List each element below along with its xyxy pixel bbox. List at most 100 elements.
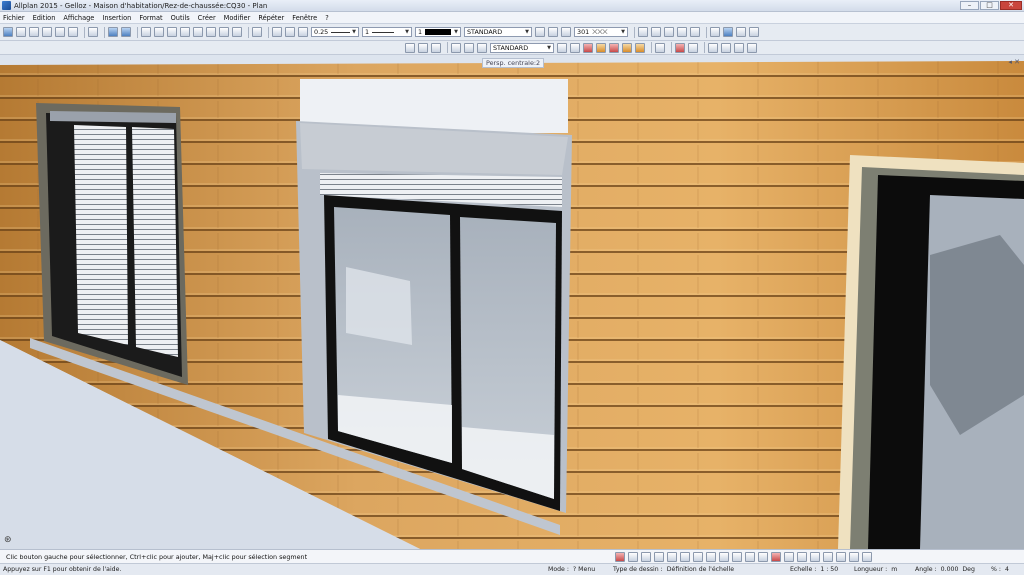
stretch-icon[interactable] bbox=[232, 27, 242, 37]
window-cascade-icon[interactable] bbox=[734, 42, 744, 53]
wall-filter-icon[interactable] bbox=[654, 551, 664, 562]
line-type-select[interactable]: 1 ▼ bbox=[362, 27, 412, 37]
new-file-icon[interactable] bbox=[3, 27, 13, 37]
funnel-icon[interactable] bbox=[749, 27, 759, 37]
window-filter-icon[interactable] bbox=[680, 551, 690, 562]
element-filter-icon[interactable] bbox=[641, 551, 651, 562]
polyline-tool-icon[interactable] bbox=[836, 551, 846, 562]
circle-tool-icon[interactable] bbox=[823, 551, 833, 562]
hash-icon[interactable] bbox=[451, 42, 461, 53]
close-button[interactable]: ✕ bbox=[1000, 1, 1022, 10]
menu-creer[interactable]: Créer bbox=[198, 14, 216, 22]
opening-filter-icon[interactable] bbox=[667, 551, 677, 562]
menu-fichier[interactable]: Fichier bbox=[3, 14, 25, 22]
pen-icon[interactable] bbox=[285, 27, 295, 37]
menu-outils[interactable]: Outils bbox=[171, 14, 190, 22]
cut-icon[interactable] bbox=[180, 27, 190, 37]
hatch-select[interactable]: 301 ⨉⨉⨉ ▼ bbox=[574, 27, 628, 37]
pen-filter-icon[interactable] bbox=[615, 551, 625, 562]
filter-icon[interactable] bbox=[690, 27, 700, 37]
measure-tool-icon[interactable] bbox=[862, 551, 872, 562]
undo-icon[interactable] bbox=[108, 27, 118, 37]
layer-select[interactable]: STANDARD ▼ bbox=[464, 27, 532, 37]
pattern-icon[interactable] bbox=[583, 42, 593, 53]
fill-icon[interactable] bbox=[570, 42, 580, 53]
open-icon[interactable] bbox=[29, 27, 39, 37]
layer-select-2[interactable]: STANDARD ▼ bbox=[490, 42, 554, 53]
group-filter-icon[interactable] bbox=[784, 551, 794, 562]
zoom-icon[interactable] bbox=[252, 27, 262, 37]
perspective-view-icon[interactable] bbox=[723, 27, 733, 37]
layer-lock-icon[interactable] bbox=[561, 27, 571, 37]
style-area-icon[interactable] bbox=[596, 42, 606, 53]
ortho-icon[interactable] bbox=[431, 42, 441, 53]
drawing-files-icon[interactable] bbox=[16, 27, 26, 37]
perspective-viewport[interactable]: Persp. centrale:2 ◂ ✕ ⊛ bbox=[0, 55, 1024, 549]
minimize-button[interactable]: – bbox=[960, 1, 979, 10]
pen-thickness-select[interactable]: 0.25 ▼ bbox=[311, 27, 359, 37]
material-icon[interactable] bbox=[635, 42, 645, 53]
menu-insertion[interactable]: Insertion bbox=[102, 14, 131, 22]
format-painter-icon[interactable] bbox=[272, 27, 282, 37]
sum-icon[interactable] bbox=[736, 27, 746, 37]
layer-settings-icon[interactable] bbox=[535, 27, 545, 37]
calculator-icon[interactable] bbox=[688, 42, 698, 53]
roof-filter-icon[interactable] bbox=[719, 551, 729, 562]
texture-icon[interactable] bbox=[622, 42, 632, 53]
mirror-icon[interactable] bbox=[206, 27, 216, 37]
attribute-icon[interactable] bbox=[664, 27, 674, 37]
angle-status[interactable]: Angle :0.000 Deg bbox=[915, 566, 975, 573]
surface-icon[interactable] bbox=[557, 42, 567, 53]
length-status[interactable]: Longueur :m bbox=[854, 566, 897, 573]
hatching-icon[interactable] bbox=[609, 42, 619, 53]
menu-format[interactable]: Format bbox=[139, 14, 162, 22]
redo-icon[interactable] bbox=[121, 27, 131, 37]
dimension-tool-icon[interactable] bbox=[849, 551, 859, 562]
save-icon[interactable] bbox=[42, 27, 52, 37]
window-split-icon[interactable] bbox=[721, 42, 731, 53]
window-arrange-icon[interactable] bbox=[747, 42, 757, 53]
door-filter-icon[interactable] bbox=[693, 551, 703, 562]
document-icon[interactable] bbox=[655, 42, 665, 53]
pencil-icon[interactable] bbox=[638, 27, 648, 37]
rotate-icon[interactable] bbox=[219, 27, 229, 37]
beam-filter-icon[interactable] bbox=[745, 551, 755, 562]
print-icon[interactable] bbox=[55, 27, 65, 37]
chart-icon[interactable] bbox=[675, 42, 685, 53]
format-icon[interactable] bbox=[651, 27, 661, 37]
menu-repeter[interactable]: Répéter bbox=[258, 14, 284, 22]
slab-filter-icon[interactable] bbox=[732, 551, 742, 562]
copy-icon[interactable] bbox=[154, 27, 164, 37]
snap-icon[interactable] bbox=[405, 42, 415, 53]
percent-status[interactable]: % :4 bbox=[991, 566, 1009, 573]
column-filter-icon[interactable] bbox=[758, 551, 768, 562]
drawing-type-status[interactable]: Type de dessin : Définition de l'échelle bbox=[613, 566, 734, 573]
move-icon[interactable] bbox=[167, 27, 177, 37]
settings-icon[interactable] bbox=[477, 42, 487, 53]
layer-manager-icon[interactable] bbox=[464, 42, 474, 53]
stair-filter-icon[interactable] bbox=[706, 551, 716, 562]
text-filter-icon[interactable] bbox=[797, 551, 807, 562]
layout-icon[interactable] bbox=[88, 27, 98, 37]
maximize-button[interactable]: □ bbox=[980, 1, 999, 10]
style-icon[interactable] bbox=[677, 27, 687, 37]
plan-view-icon[interactable] bbox=[710, 27, 720, 37]
scale-status[interactable]: Echelle :1 : 50 bbox=[790, 566, 838, 573]
line-color-select[interactable]: 1 ▼ bbox=[415, 27, 461, 37]
menu-affichage[interactable]: Affichage bbox=[63, 14, 94, 22]
delete-icon[interactable] bbox=[141, 27, 151, 37]
window-tile-icon[interactable] bbox=[708, 42, 718, 53]
paste-icon[interactable] bbox=[193, 27, 203, 37]
delete-filter-icon[interactable] bbox=[771, 551, 781, 562]
viewport-controls[interactable]: ◂ ✕ bbox=[1008, 58, 1020, 66]
line-tool-icon[interactable] bbox=[810, 551, 820, 562]
print-preview-icon[interactable] bbox=[68, 27, 78, 37]
eyedropper-icon[interactable] bbox=[298, 27, 308, 37]
menu-modifier[interactable]: Modifier bbox=[224, 14, 251, 22]
menu-edition[interactable]: Edition bbox=[33, 14, 56, 22]
line-filter-icon[interactable] bbox=[628, 551, 638, 562]
menu-fenetre[interactable]: Fenêtre bbox=[292, 14, 317, 22]
grid-icon[interactable] bbox=[418, 42, 428, 53]
layer-visibility-icon[interactable] bbox=[548, 27, 558, 37]
menu-help[interactable]: ? bbox=[325, 14, 329, 22]
